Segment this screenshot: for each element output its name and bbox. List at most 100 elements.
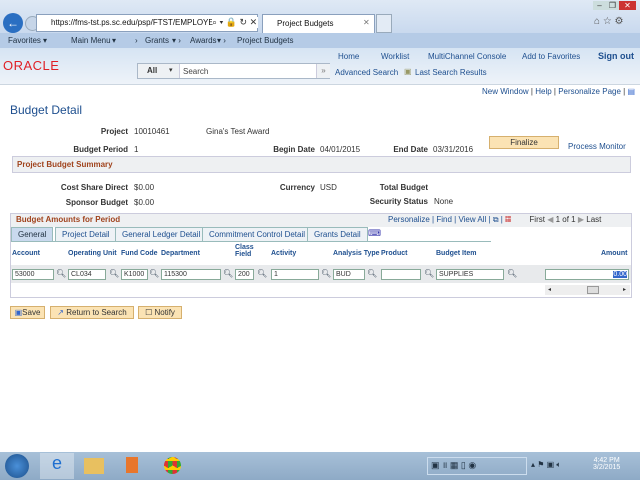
activity-input[interactable]: 1 — [271, 269, 319, 280]
finalize-button[interactable]: Finalize — [489, 136, 559, 149]
notify-button[interactable]: ☐ Notify — [138, 306, 182, 319]
help-link[interactable]: Help — [535, 87, 551, 96]
department-lookup-icon[interactable]: 🔍︎ — [223, 269, 233, 278]
currency-label: Currency — [279, 183, 315, 192]
divider — [0, 84, 640, 85]
activity-lookup-icon[interactable]: 🔍︎ — [321, 269, 331, 278]
col-fund-code: Fund Code — [121, 250, 158, 257]
project-desc: Gina's Test Award — [206, 127, 270, 136]
class-field-input[interactable]: 200 — [235, 269, 254, 280]
worklist-link[interactable]: Worklist — [381, 52, 409, 61]
download-icon[interactable]: ▦ — [505, 215, 511, 224]
tab-general[interactable]: General — [11, 227, 54, 241]
tab-commitment-control-detail[interactable]: Commitment Control Detail — [202, 227, 313, 241]
tab-project-detail[interactable]: Project Detail — [55, 227, 117, 241]
tab-grants-detail[interactable]: Grants Detail — [307, 227, 368, 241]
home-star-gear-icons[interactable]: ⌂ ☆ ⚙ — [594, 16, 624, 27]
tab-general-ledger-detail[interactable]: General Ledger Detail — [115, 227, 208, 241]
project-value: 10010461 — [134, 127, 170, 136]
tab-underline — [11, 241, 491, 242]
new-window-icon[interactable]: ⧉ — [493, 215, 499, 224]
analysis-type-lookup-icon[interactable]: 🔍︎ — [367, 269, 377, 278]
address-icons[interactable]: ⌕ ▾ 🔒 ↻ ✕ — [212, 17, 258, 28]
analysis-type-input[interactable]: BUD — [333, 269, 365, 280]
security-status-value: None — [434, 197, 454, 206]
show-all-columns-icon[interactable]: ⌨ — [368, 228, 381, 239]
media-player-taskbar-icon[interactable] — [126, 457, 138, 473]
save-button[interactable]: ▣Save — [10, 306, 45, 319]
fund-code-input[interactable]: K1000 — [121, 269, 148, 280]
grid-personalize-link[interactable]: Personalize — [388, 215, 430, 224]
grid-find-link[interactable]: Find — [436, 215, 452, 224]
personalize-page-link[interactable]: Personalize Page — [558, 87, 621, 96]
new-tab-button[interactable] — [376, 14, 392, 33]
prev-icon[interactable]: ◀ — [547, 215, 553, 224]
window-controls[interactable]: – ❐ ✕ — [593, 1, 638, 12]
crumb-project-budgets[interactable]: Project Budgets — [237, 33, 293, 48]
clock[interactable]: 4:42 PM 3/2/2015 — [593, 457, 620, 471]
account-lookup-icon[interactable]: 🔍︎ — [56, 269, 66, 278]
begin-date-label: Begin Date — [273, 145, 315, 154]
last-link[interactable]: Last — [586, 215, 601, 224]
end-date-value: 03/31/2016 — [433, 145, 474, 154]
currency-value: USD — [320, 183, 337, 192]
col-amount: Amount — [601, 250, 628, 257]
advanced-search-link[interactable]: Advanced Search — [335, 68, 398, 77]
product-lookup-icon[interactable]: 🔍︎ — [424, 269, 434, 278]
operating-unit-lookup-icon[interactable]: 🔍︎ — [109, 269, 119, 278]
page-title: Budget Detail — [10, 103, 83, 117]
nav-bar: Favorites ▾ Main Menu ▾ › Grants ▾ › Awards ▾… — [0, 33, 640, 48]
browser-tab[interactable]: Project Budgets — [262, 14, 375, 33]
main-menu[interactable]: Main Menu — [71, 33, 111, 48]
back-button[interactable]: ← — [3, 13, 23, 33]
crumb-awards[interactable]: Awards — [190, 33, 217, 48]
ie-taskbar-icon[interactable]: e — [40, 453, 74, 479]
security-status-label: Security Status — [369, 197, 428, 206]
horizontal-scrollbar[interactable]: ◂ ▸ — [545, 285, 630, 295]
start-button[interactable] — [5, 454, 29, 478]
multichannel-link[interactable]: MultiChannel Console — [428, 52, 506, 61]
header: ORACLE Home Worklist MultiChannel Consol… — [0, 48, 640, 84]
search-results-icon: ▣ — [404, 67, 412, 76]
chrome-taskbar-icon[interactable] — [164, 457, 181, 474]
return-to-search-button[interactable]: ↗ Return to Search — [50, 306, 134, 319]
sign-out-link[interactable]: Sign out — [598, 51, 634, 61]
grid-title: Budget Amounts for Period — [16, 215, 121, 224]
search-scope[interactable]: All — [138, 64, 180, 78]
last-search-results-link[interactable]: Last Search Results — [415, 68, 487, 77]
budget-period-label: Budget Period — [73, 145, 128, 154]
operating-unit-input[interactable]: CL034 — [68, 269, 106, 280]
first-link[interactable]: First — [529, 215, 545, 224]
grid-icon[interactable]: ▤ — [627, 87, 635, 96]
budget-item-input[interactable]: SUPPLIES — [436, 269, 504, 280]
account-input[interactable]: 53000 — [12, 269, 54, 280]
search-go-button[interactable]: » — [316, 64, 330, 78]
add-favorites-link[interactable]: Add to Favorites — [522, 52, 580, 61]
tray-toolbar[interactable]: ▣ ॥ ▦ ▯ ◉ — [427, 457, 527, 475]
crumb-grants[interactable]: Grants — [145, 33, 169, 48]
col-budget-item: Budget Item — [436, 250, 477, 257]
system-tray-icons[interactable]: ▴ ⚑ ▣ 🔈︎ — [531, 460, 561, 470]
sponsor-budget-value: $0.00 — [134, 198, 155, 207]
product-input[interactable] — [381, 269, 421, 280]
budget-item-lookup-icon[interactable]: 🔍︎ — [507, 269, 517, 278]
search-input[interactable]: Search — [183, 67, 208, 76]
search-box: All ▾ Search » — [137, 63, 330, 79]
home-link[interactable]: Home — [338, 52, 359, 61]
cost-share-value: $0.00 — [134, 183, 155, 192]
col-department: Department — [161, 250, 200, 257]
favorites-menu[interactable]: Favorites — [8, 33, 41, 48]
explorer-taskbar-icon[interactable] — [84, 458, 104, 474]
grid-view-all-link[interactable]: View All — [458, 215, 486, 224]
next-icon[interactable]: ▶ — [578, 215, 584, 224]
new-window-link[interactable]: New Window — [482, 87, 529, 96]
amount-input[interactable]: 0.00 — [545, 269, 629, 280]
class-field-lookup-icon[interactable]: 🔍︎ — [257, 269, 267, 278]
col-activity: Activity — [271, 250, 297, 257]
fund-code-lookup-icon[interactable]: 🔍︎ — [149, 269, 159, 278]
process-monitor-link[interactable]: Process Monitor — [568, 142, 626, 151]
end-date-label: End Date — [393, 145, 428, 154]
col-account: Account — [12, 250, 40, 257]
tab-close-icon[interactable]: ✕ — [363, 18, 370, 27]
department-input[interactable]: 115300 — [161, 269, 221, 280]
